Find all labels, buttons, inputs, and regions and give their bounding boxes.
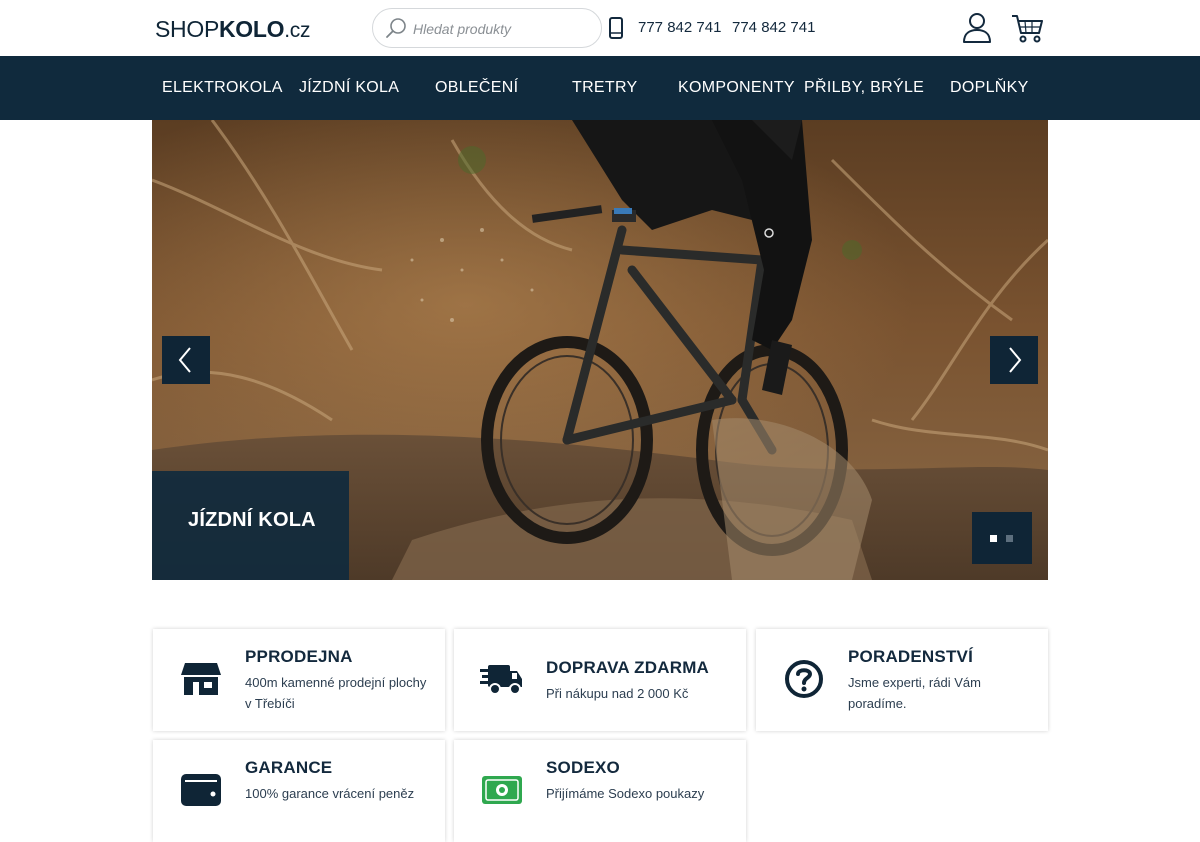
main-navigation: ELEKTROKOLA JÍZDNÍ KOLA OBLEČENÍ TRETRY … — [0, 56, 1200, 120]
feature-title: PPRODEJNA — [245, 647, 353, 666]
logo-text-shop: SHOP — [155, 16, 219, 42]
slider-pagination — [972, 512, 1032, 564]
phone-icon — [609, 17, 623, 39]
site-logo[interactable]: SHOPKOLO.cz — [155, 16, 310, 43]
chevron-left-icon — [178, 347, 191, 373]
feature-card-sodexo: SODEXO Přijímáme Sodexo poukazy — [454, 740, 746, 842]
truck-icon — [480, 665, 522, 695]
search-input[interactable] — [413, 18, 593, 40]
logo-text-domain: .cz — [284, 19, 311, 42]
feature-description: 400m kamenné prodejní plochy v Třebíči — [245, 675, 427, 711]
feature-title: DOPRAVA ZDARMA — [546, 658, 710, 677]
slider-dot-2[interactable] — [1006, 535, 1013, 542]
phone-number-2[interactable]: 774 842 741 — [732, 19, 815, 36]
nav-item-tretry[interactable]: TRETRY — [572, 79, 638, 97]
logo-text-kolo: KOLO — [218, 16, 285, 42]
slide-caption-text: JÍZDNÍ KOLA — [188, 509, 316, 531]
feature-description: Přijímáme Sodexo poukazy — [546, 786, 705, 801]
slider-dot-1-active[interactable] — [990, 535, 997, 542]
feature-card-poradenstvi: PORADENSTVÍ Jsme experti, rádi Vám porad… — [756, 629, 1048, 731]
nav-item-obleceni[interactable]: OBLEČENÍ — [435, 79, 518, 97]
feature-description: Jsme experti, rádi Vám poradíme. — [848, 675, 981, 711]
wallet-icon — [181, 774, 221, 806]
feature-title: PORADENSTVÍ — [848, 647, 973, 666]
nav-item-jizdni-kola[interactable]: JÍZDNÍ KOLA — [299, 79, 399, 97]
nav-item-elektrokola[interactable]: ELEKTROKOLA — [162, 79, 283, 97]
feature-card-doprava: DOPRAVA ZDARMA Při nákupu nad 2 000 Kč — [454, 629, 746, 731]
feature-description: Při nákupu nad 2 000 Kč — [546, 686, 689, 701]
question-icon — [785, 660, 823, 698]
store-icon — [181, 663, 221, 695]
feature-card-garance: GARANCE 100% garance vrácení peněz — [153, 740, 445, 842]
chevron-right-icon — [1009, 347, 1022, 373]
user-account-icon[interactable] — [960, 11, 994, 45]
search-box — [372, 8, 602, 48]
slider-prev-button[interactable] — [162, 336, 210, 384]
feature-title: SODEXO — [546, 758, 620, 777]
hero-slider: JÍZDNÍ KOLA — [152, 120, 1048, 580]
nav-item-prilby-bryle[interactable]: PŘILBY, BRÝLE — [804, 79, 924, 97]
nav-item-doplnky[interactable]: DOPLŇKY — [950, 79, 1029, 97]
search-icon[interactable] — [385, 17, 407, 39]
slide-caption[interactable]: JÍZDNÍ KOLA — [152, 471, 349, 580]
shopping-cart-icon[interactable] — [1010, 12, 1044, 44]
slider-next-button[interactable] — [990, 336, 1038, 384]
phone-number-1[interactable]: 777 842 741 — [638, 19, 721, 36]
site-header: SHOPKOLO.cz 777 842 741 774 842 741 — [0, 0, 1200, 56]
nav-item-komponenty[interactable]: KOMPONENTY — [678, 79, 795, 97]
feature-title: GARANCE — [245, 758, 333, 777]
feature-description: 100% garance vrácení peněz — [245, 786, 415, 801]
money-icon — [482, 776, 522, 804]
feature-card-prodejna: PPRODEJNA 400m kamenné prodejní plochy v… — [153, 629, 445, 731]
